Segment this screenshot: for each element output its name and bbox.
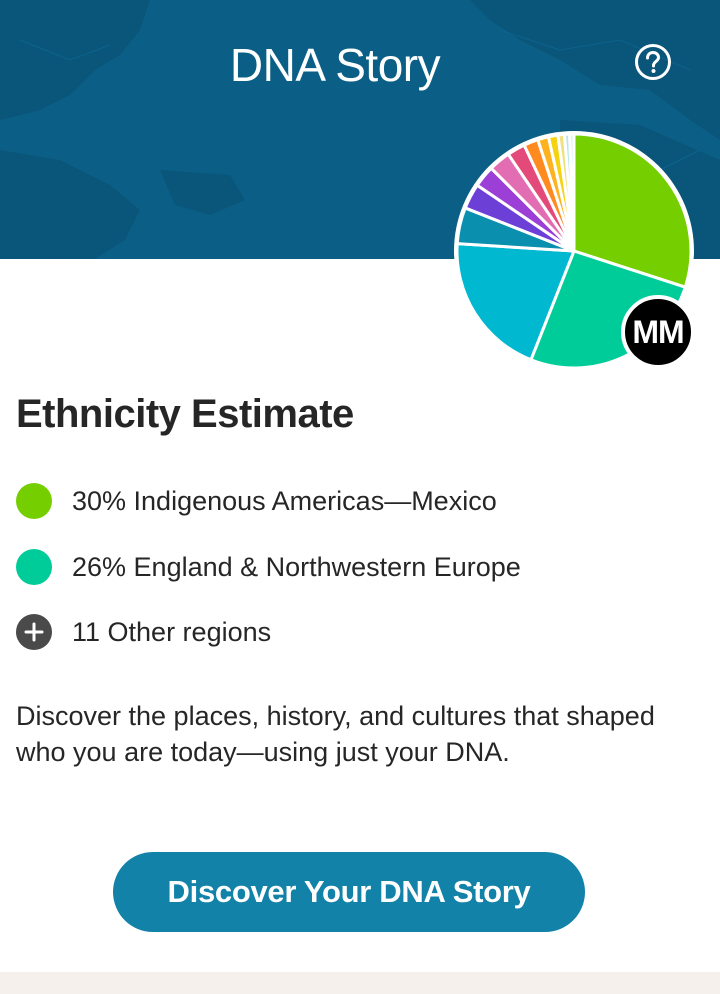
- region-item[interactable]: 26% England & Northwestern Europe: [16, 549, 521, 585]
- avatar[interactable]: MM: [621, 295, 695, 369]
- region-color-dot: [16, 483, 52, 519]
- help-button[interactable]: [633, 42, 673, 82]
- region-label: 26% England & Northwestern Europe: [72, 551, 521, 582]
- question-circle-icon: [635, 44, 671, 80]
- other-regions-item[interactable]: 11 Other regions: [16, 614, 271, 650]
- discover-dna-story-button[interactable]: Discover Your DNA Story: [113, 852, 585, 932]
- region-label: 30% Indigenous Americas—Mexico: [72, 485, 497, 516]
- description-text: Discover the places, history, and cultur…: [16, 701, 655, 767]
- page-title: DNA Story: [229, 39, 441, 91]
- plus-circle-icon[interactable]: [16, 614, 52, 650]
- region-color-dot: [16, 549, 52, 585]
- region-item[interactable]: 30% Indigenous Americas—Mexico: [16, 483, 497, 519]
- footer-band: [0, 972, 720, 994]
- other-regions-label: 11 Other regions: [72, 616, 272, 647]
- ethnicity-estimate-title: Ethnicity Estimate: [16, 392, 354, 436]
